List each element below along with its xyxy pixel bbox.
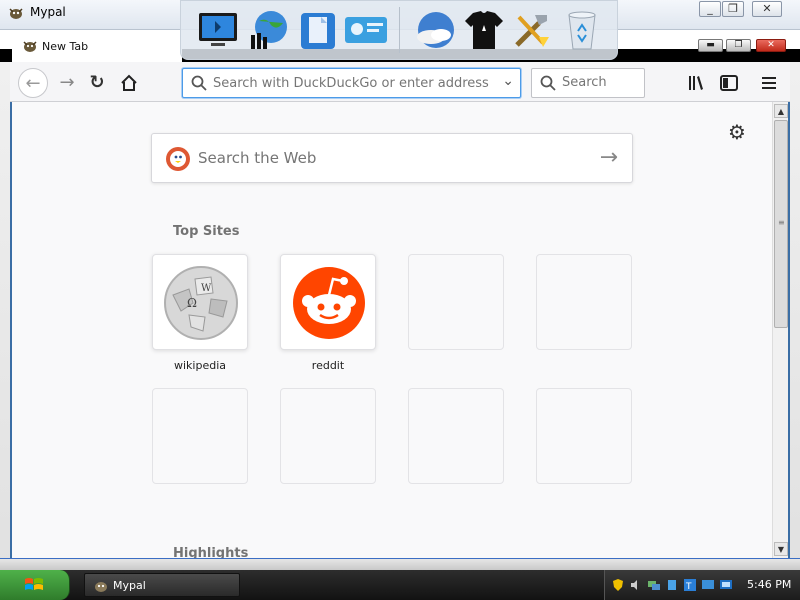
reddit-icon — [293, 267, 365, 339]
svg-text:Ω: Ω — [187, 296, 197, 310]
weather-globe-icon[interactable] — [413, 7, 459, 53]
svg-text:T: T — [685, 582, 692, 592]
mypal-icon — [9, 8, 23, 19]
system-tray: T 5:46 PM — [604, 570, 800, 600]
clock[interactable]: 5:46 PM — [747, 578, 791, 591]
top-site-tile-empty — [152, 388, 248, 484]
chevron-down-icon[interactable]: ⌄ — [502, 73, 514, 89]
window-frame-right — [790, 62, 800, 570]
web-search-input[interactable] — [198, 149, 578, 167]
library-icon[interactable] — [686, 72, 708, 94]
start-button[interactable] — [0, 570, 70, 600]
window-frame-bottom — [0, 558, 800, 570]
hamburger-menu-icon[interactable] — [758, 72, 780, 94]
tab-new-tab[interactable]: New Tab — [12, 30, 182, 62]
tab-label: New Tab — [42, 40, 89, 53]
monitor-icon[interactable] — [195, 7, 241, 53]
outer-window-title: Mypal — [30, 5, 66, 19]
navigation-toolbar: ← → ↻ ⌄ — [10, 62, 790, 102]
outer-minimize-button[interactable]: _ — [699, 1, 721, 17]
url-bar[interactable]: ⌄ — [182, 68, 521, 98]
top-site-tile-empty — [408, 254, 504, 350]
gear-icon[interactable]: ⚙ — [728, 122, 748, 142]
reload-button[interactable]: ↻ — [82, 68, 112, 98]
device-icon[interactable] — [665, 578, 679, 592]
windows-flag-icon — [25, 578, 43, 590]
url-input[interactable] — [213, 74, 493, 92]
top-site-label: wikipedia — [173, 359, 226, 372]
scroll-up-button[interactable]: ▲ — [774, 104, 788, 118]
network-icon[interactable] — [647, 578, 661, 592]
dock-separator — [399, 7, 400, 53]
shield-icon[interactable] — [611, 578, 625, 592]
forward-button[interactable]: → — [52, 68, 82, 98]
app-tray-icon[interactable]: T — [683, 578, 697, 592]
search-bar[interactable] — [531, 68, 645, 98]
recycle-bin-icon[interactable] — [559, 7, 605, 53]
taskbar-item-label: Mypal — [113, 579, 146, 592]
top-site-label: reddit — [311, 359, 345, 372]
speaker-icon[interactable] — [629, 578, 643, 592]
monitor-tray-icon[interactable] — [701, 578, 715, 592]
search-input[interactable] — [562, 75, 640, 90]
dashboard-icon[interactable] — [343, 7, 389, 53]
display-tray-icon[interactable] — [719, 578, 733, 592]
home-icon — [121, 74, 137, 91]
top-site-tile-reddit[interactable] — [280, 254, 376, 350]
taskbar-item-mypal[interactable]: Mypal — [84, 573, 240, 597]
top-site-tile-empty — [536, 388, 632, 484]
search-icon — [191, 75, 207, 91]
home-button[interactable] — [114, 68, 144, 98]
window-frame-left — [0, 62, 10, 570]
mypal-icon — [95, 582, 107, 592]
mypal-icon — [23, 41, 37, 52]
search-icon — [540, 75, 556, 91]
sidebar-icon[interactable] — [718, 72, 740, 94]
document-icon[interactable] — [295, 7, 341, 53]
scroll-down-button[interactable]: ▼ — [774, 542, 788, 556]
new-tab-page: ⚙ → Top Sites Ω W wikipedia — [12, 102, 772, 558]
tools-icon[interactable] — [509, 7, 555, 53]
maximize-button[interactable]: ❐ — [726, 39, 751, 52]
vertical-scrollbar[interactable]: ▲ ≡ ▼ — [772, 102, 788, 558]
arrow-right-icon[interactable]: → — [600, 146, 618, 170]
top-site-tile-wikipedia[interactable]: Ω W — [152, 254, 248, 350]
top-site-tile-empty — [280, 388, 376, 484]
taskbar: Mypal T 5:46 PM — [0, 570, 800, 600]
web-search-box[interactable]: → — [151, 133, 633, 183]
svg-text:W: W — [201, 283, 212, 294]
scrollbar-grip: ≡ — [778, 218, 785, 227]
top-site-tile-empty — [408, 388, 504, 484]
minimize-button[interactable]: ▬ — [698, 39, 723, 52]
scrollbar-thumb[interactable]: ≡ — [774, 120, 788, 328]
duckduckgo-icon — [166, 147, 190, 171]
close-button[interactable]: ✕ — [756, 39, 786, 52]
globe-network-icon[interactable] — [247, 7, 293, 53]
top-sites-heading: Top Sites — [173, 224, 240, 239]
dock — [180, 0, 618, 60]
outer-close-button[interactable]: ✕ — [752, 1, 782, 17]
back-button[interactable]: ← — [18, 68, 48, 98]
outer-maximize-button[interactable]: ❐ — [722, 1, 744, 17]
top-site-tile-empty — [536, 254, 632, 350]
highlights-heading: Highlights — [173, 546, 249, 558]
wikipedia-icon: Ω W — [164, 266, 238, 340]
tshirt-icon[interactable] — [461, 7, 507, 53]
